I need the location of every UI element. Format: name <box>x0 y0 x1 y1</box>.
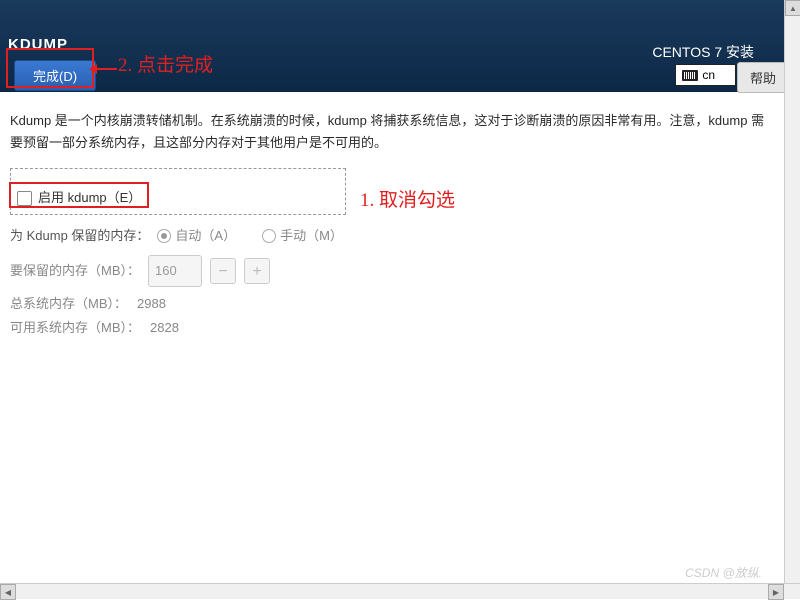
install-title: CENTOS 7 安装 <box>652 42 754 62</box>
radio-icon <box>157 229 171 243</box>
avail-memory-value: 2828 <box>150 317 179 339</box>
watermark: CSDN @放纵. <box>685 564 762 581</box>
vertical-scrollbar[interactable]: ▲ <box>784 0 800 583</box>
enable-kdump-container: 启用 kdump（E） <box>10 168 346 215</box>
scroll-right-arrow-icon[interactable]: ▶ <box>768 584 784 600</box>
to-reserve-row: 要保留的内存（MB）： 160 − + <box>10 255 774 287</box>
help-button[interactable]: 帮助 <box>737 62 784 93</box>
page-title: KDUMP <box>8 36 68 53</box>
to-reserve-label: 要保留的内存（MB）： <box>10 260 140 282</box>
manual-radio-label: 手动（M） <box>280 225 343 247</box>
horizontal-scrollbar[interactable]: ◀ ▶ <box>0 583 800 599</box>
enable-kdump-checkbox[interactable] <box>17 191 32 206</box>
annotation-step2: 2. 点击完成 <box>118 50 213 77</box>
auto-radio[interactable]: 自动（A） <box>157 225 236 247</box>
kdump-description: Kdump 是一个内核崩溃转储机制。在系统崩溃的时候，kdump 将捕获系统信息… <box>10 110 774 154</box>
total-memory-value: 2988 <box>137 293 166 315</box>
total-memory-row: 总系统内存（MB）： 2988 <box>10 293 774 315</box>
enable-kdump-label: 启用 kdump（E） <box>38 187 141 209</box>
annotation-step1: 1. 取消勾选 <box>360 190 455 211</box>
lang-code: cn <box>702 68 715 82</box>
radio-icon <box>262 229 276 243</box>
scroll-left-arrow-icon[interactable]: ◀ <box>0 584 16 600</box>
stepper-plus[interactable]: + <box>244 258 270 284</box>
body-content: Kdump 是一个内核崩溃转储机制。在系统崩溃的时候，kdump 将捕获系统信息… <box>0 92 784 349</box>
keyboard-icon <box>682 70 698 81</box>
total-memory-label: 总系统内存（MB）： <box>10 293 127 315</box>
done-button[interactable]: 完成(D) <box>14 60 96 91</box>
memory-input[interactable]: 160 <box>148 255 202 287</box>
stepper-minus[interactable]: − <box>210 258 236 284</box>
avail-memory-label: 可用系统内存（MB）： <box>10 317 140 339</box>
keyboard-layout-indicator[interactable]: cn <box>675 64 736 86</box>
header-bar: KDUMP 完成(D) 2. 点击完成 CENTOS 7 安装 cn 帮助 <box>0 0 784 92</box>
annotation-arrow-icon <box>95 68 119 70</box>
reserved-memory-label: 为 Kdump 保留的内存： <box>10 225 149 247</box>
manual-radio[interactable]: 手动（M） <box>262 225 343 247</box>
scroll-up-arrow-icon[interactable]: ▲ <box>785 0 800 16</box>
reserved-memory-row: 为 Kdump 保留的内存： 自动（A） 手动（M） <box>10 225 774 247</box>
enable-kdump-row: 启用 kdump（E） <box>13 185 145 211</box>
avail-memory-row: 可用系统内存（MB）： 2828 <box>10 317 774 339</box>
auto-radio-label: 自动（A） <box>175 225 236 247</box>
